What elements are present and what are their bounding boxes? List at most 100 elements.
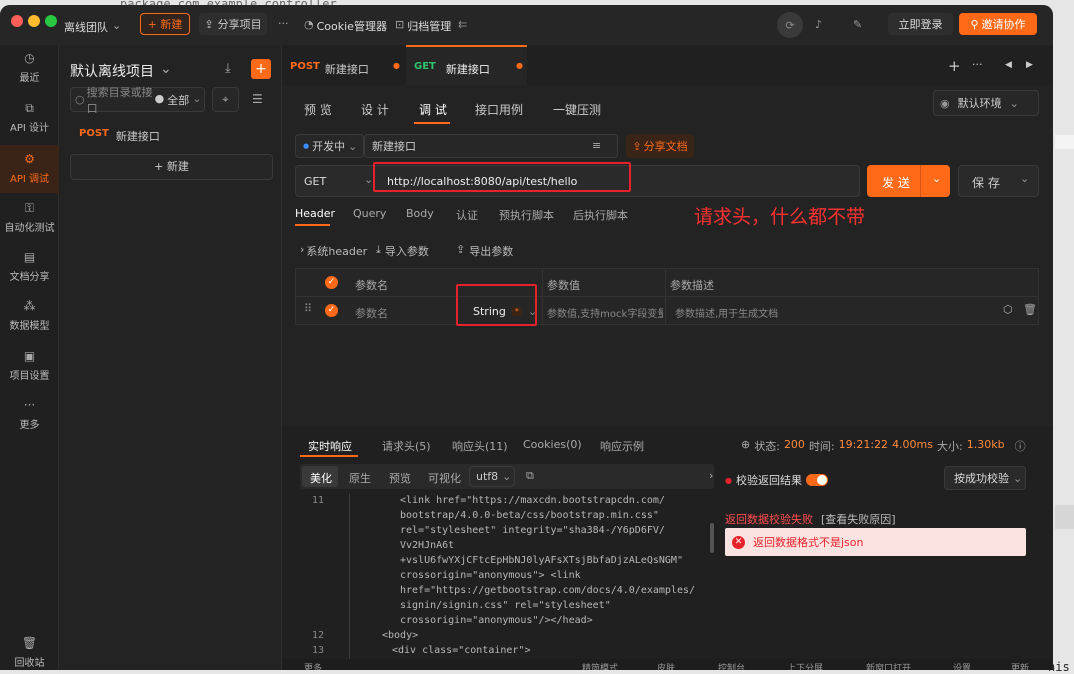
filter-select[interactable]: ● 全部 ⌄ bbox=[155, 92, 202, 108]
footer-console[interactable]: 控制台 bbox=[718, 661, 745, 670]
share-project-button[interactable]: ⇪ 分享项目 bbox=[199, 13, 267, 35]
sidebar-item-doc-share[interactable]: ▤ 文档分享 bbox=[0, 244, 59, 290]
team-selector[interactable]: 离线团队 ⌄ bbox=[64, 19, 121, 35]
new-item-button[interactable]: + 新建 bbox=[70, 154, 273, 180]
info-icon[interactable]: ⓘ bbox=[1015, 438, 1026, 454]
footer-split[interactable]: 上下分屏 bbox=[787, 661, 823, 670]
sidebar-item-api-debug[interactable]: ⚙ API 调试 bbox=[0, 145, 59, 193]
param-name-input[interactable]: 参数名 bbox=[355, 305, 388, 321]
sidebar-item-automation[interactable]: ⚿ 自动化测试 bbox=[0, 195, 59, 241]
sidebar-item-more[interactable]: ··· 更多 bbox=[0, 392, 59, 438]
add-button[interactable]: + bbox=[251, 59, 271, 79]
collapse-arrow-icon[interactable]: › bbox=[709, 469, 713, 482]
project-selector[interactable]: 默认离线项目 ⌄ bbox=[70, 61, 172, 81]
tab-next-icon[interactable]: ▶ bbox=[1026, 60, 1033, 70]
tab-post[interactable]: POST 新建接口 bbox=[290, 61, 369, 77]
chevron-down-icon[interactable]: ⌄ bbox=[364, 173, 373, 186]
bell-icon[interactable]: ♪ bbox=[815, 18, 822, 31]
tab-request-headers[interactable]: 请求头(5) bbox=[382, 438, 431, 454]
minimize-window-button[interactable] bbox=[28, 15, 40, 27]
chevron-down-icon[interactable]: ⌄ bbox=[1020, 172, 1029, 185]
sync-icon[interactable]: ⟳ bbox=[777, 12, 803, 38]
footer-simple-mode[interactable]: 精简模式 bbox=[582, 661, 618, 670]
delete-icon[interactable]: 🗑 bbox=[1023, 303, 1037, 316]
drag-handle-icon[interactable]: ⠿ bbox=[304, 302, 312, 315]
scrollbar-thumb[interactable] bbox=[710, 523, 714, 553]
format-icon[interactable]: ≡ bbox=[592, 139, 601, 152]
tab-response-headers[interactable]: 响应头(11) bbox=[452, 438, 508, 454]
upload-icon: ⇪ bbox=[456, 243, 466, 256]
row-checkbox[interactable]: ✓ bbox=[325, 304, 338, 317]
footer-update[interactable]: 更新 bbox=[1011, 661, 1029, 670]
validate-switch[interactable] bbox=[805, 474, 828, 486]
code-viewer[interactable]: 11 <link href="https://maxcdn.bootstrapcd… bbox=[300, 493, 714, 670]
subtab-debug[interactable]: 调 试 bbox=[419, 101, 447, 118]
notes-icon[interactable]: ✎ bbox=[853, 18, 862, 31]
new-button[interactable]: + 新建 bbox=[140, 13, 190, 35]
export-params-button[interactable]: ⇪ 导出参数 bbox=[456, 243, 513, 259]
search-icon: ○ bbox=[75, 93, 85, 106]
response-status: ⊕ 状态: 200 时间: 19:21:22 4.00ms 大小: 1.30kb… bbox=[741, 438, 1026, 454]
tab-pre-script[interactable]: 预执行脚本 bbox=[499, 207, 554, 223]
close-window-button[interactable] bbox=[11, 15, 23, 27]
tab-live-response[interactable]: 实时响应 bbox=[308, 438, 352, 454]
tab-cookies[interactable]: Cookies(0) bbox=[523, 438, 582, 451]
footer-settings[interactable]: 设置 bbox=[953, 661, 971, 670]
locate-icon[interactable]: ⌖ bbox=[212, 87, 239, 112]
add-tab-icon[interactable]: + bbox=[948, 57, 961, 75]
system-header-toggle[interactable]: › 系统header bbox=[300, 243, 367, 259]
footer-skin[interactable]: 皮肤 bbox=[657, 661, 675, 670]
view-visual[interactable]: 可视化 bbox=[428, 470, 461, 486]
archive-button[interactable]: ⊡ 归档管理 bbox=[395, 18, 451, 34]
fail-reason-link[interactable]: [查看失败原因] bbox=[821, 511, 896, 527]
search-input[interactable]: ○ 搜索目录或接口 ● 全部 ⌄ bbox=[70, 86, 205, 115]
subtab-preview[interactable]: 预 览 bbox=[304, 101, 332, 118]
cookie-manager-button[interactable]: ◔ Cookie管理器 bbox=[304, 18, 387, 34]
sidebar-item-api-design[interactable]: ⧉ API 设计 bbox=[0, 95, 59, 141]
cube-icon[interactable]: ⬡ bbox=[1003, 303, 1013, 316]
footer-more[interactable]: 更多 bbox=[304, 661, 322, 670]
select-all-checkbox[interactable]: ✓ bbox=[325, 276, 338, 289]
import-icon[interactable]: ⤓ bbox=[225, 61, 231, 76]
sidebar-item-data-model[interactable]: ⁂ 数据模型 bbox=[0, 293, 59, 339]
view-pretty[interactable]: 美化 bbox=[310, 470, 332, 486]
status-select[interactable]: ● 开发中 ⌄ bbox=[295, 134, 364, 158]
subtab-stress[interactable]: 一键压测 bbox=[553, 101, 601, 118]
tab-get[interactable]: GET 新建接口 bbox=[414, 61, 490, 77]
tab-label: 新建接口 bbox=[445, 63, 490, 76]
tab-prev-icon[interactable]: ◀ bbox=[1005, 60, 1012, 70]
tab-post-script[interactable]: 后执行脚本 bbox=[573, 207, 628, 223]
tab-menu-icon[interactable]: ··· bbox=[972, 58, 983, 71]
login-button[interactable]: 立即登录 bbox=[888, 13, 953, 35]
tree-item[interactable]: POST 新建接口 bbox=[79, 128, 160, 144]
invite-button[interactable]: ⚲ 邀请协作 bbox=[959, 13, 1037, 35]
method-select[interactable]: GET bbox=[304, 175, 326, 188]
subtab-design[interactable]: 设 计 bbox=[361, 101, 389, 118]
env-select[interactable]: ◉ 默认环境 ⌄ bbox=[933, 90, 1039, 116]
more-menu-button[interactable]: ··· bbox=[278, 17, 289, 30]
import-params-button[interactable]: ⤓ 导入参数 bbox=[376, 243, 429, 259]
sidebar-item-recycle[interactable]: 🗑 回收站 bbox=[0, 633, 59, 670]
api-name-input[interactable]: 新建接口 bbox=[364, 134, 618, 158]
tab-examples[interactable]: 响应示例 bbox=[600, 438, 644, 454]
sidebar-item-recent[interactable]: ◷ 最近 bbox=[0, 45, 59, 91]
tab-body[interactable]: Body bbox=[406, 207, 434, 220]
param-desc-input[interactable]: 参数描述,用于生成文档 bbox=[675, 305, 778, 320]
validate-mode-select[interactable]: 按成功校验 ⌄ bbox=[944, 466, 1026, 490]
tab-auth[interactable]: 认证 bbox=[456, 207, 478, 223]
chevron-down-icon[interactable]: ⌄ bbox=[932, 172, 941, 185]
param-value-input[interactable]: 参数值,支持mock字段变量 bbox=[547, 305, 663, 320]
sidebar-item-settings[interactable]: ▣ 项目设置 bbox=[0, 343, 59, 389]
maximize-window-button[interactable] bbox=[45, 15, 57, 27]
view-preview[interactable]: 预览 bbox=[389, 470, 411, 486]
tab-query[interactable]: Query bbox=[353, 207, 386, 220]
share-doc-button[interactable]: ⇪ 分享文档 bbox=[626, 134, 694, 158]
collapse-icon[interactable]: ⇇ bbox=[458, 18, 467, 31]
encoding-select[interactable]: utf8 ⌄ bbox=[469, 466, 515, 487]
footer-new-window[interactable]: 新窗口打开 bbox=[866, 661, 911, 670]
sort-icon[interactable]: ☰ bbox=[252, 92, 263, 106]
view-raw[interactable]: 原生 bbox=[349, 470, 371, 486]
tab-header[interactable]: Header bbox=[295, 207, 335, 220]
copy-icon[interactable]: ⧉ bbox=[526, 469, 534, 483]
subtab-cases[interactable]: 接口用例 bbox=[475, 101, 523, 118]
